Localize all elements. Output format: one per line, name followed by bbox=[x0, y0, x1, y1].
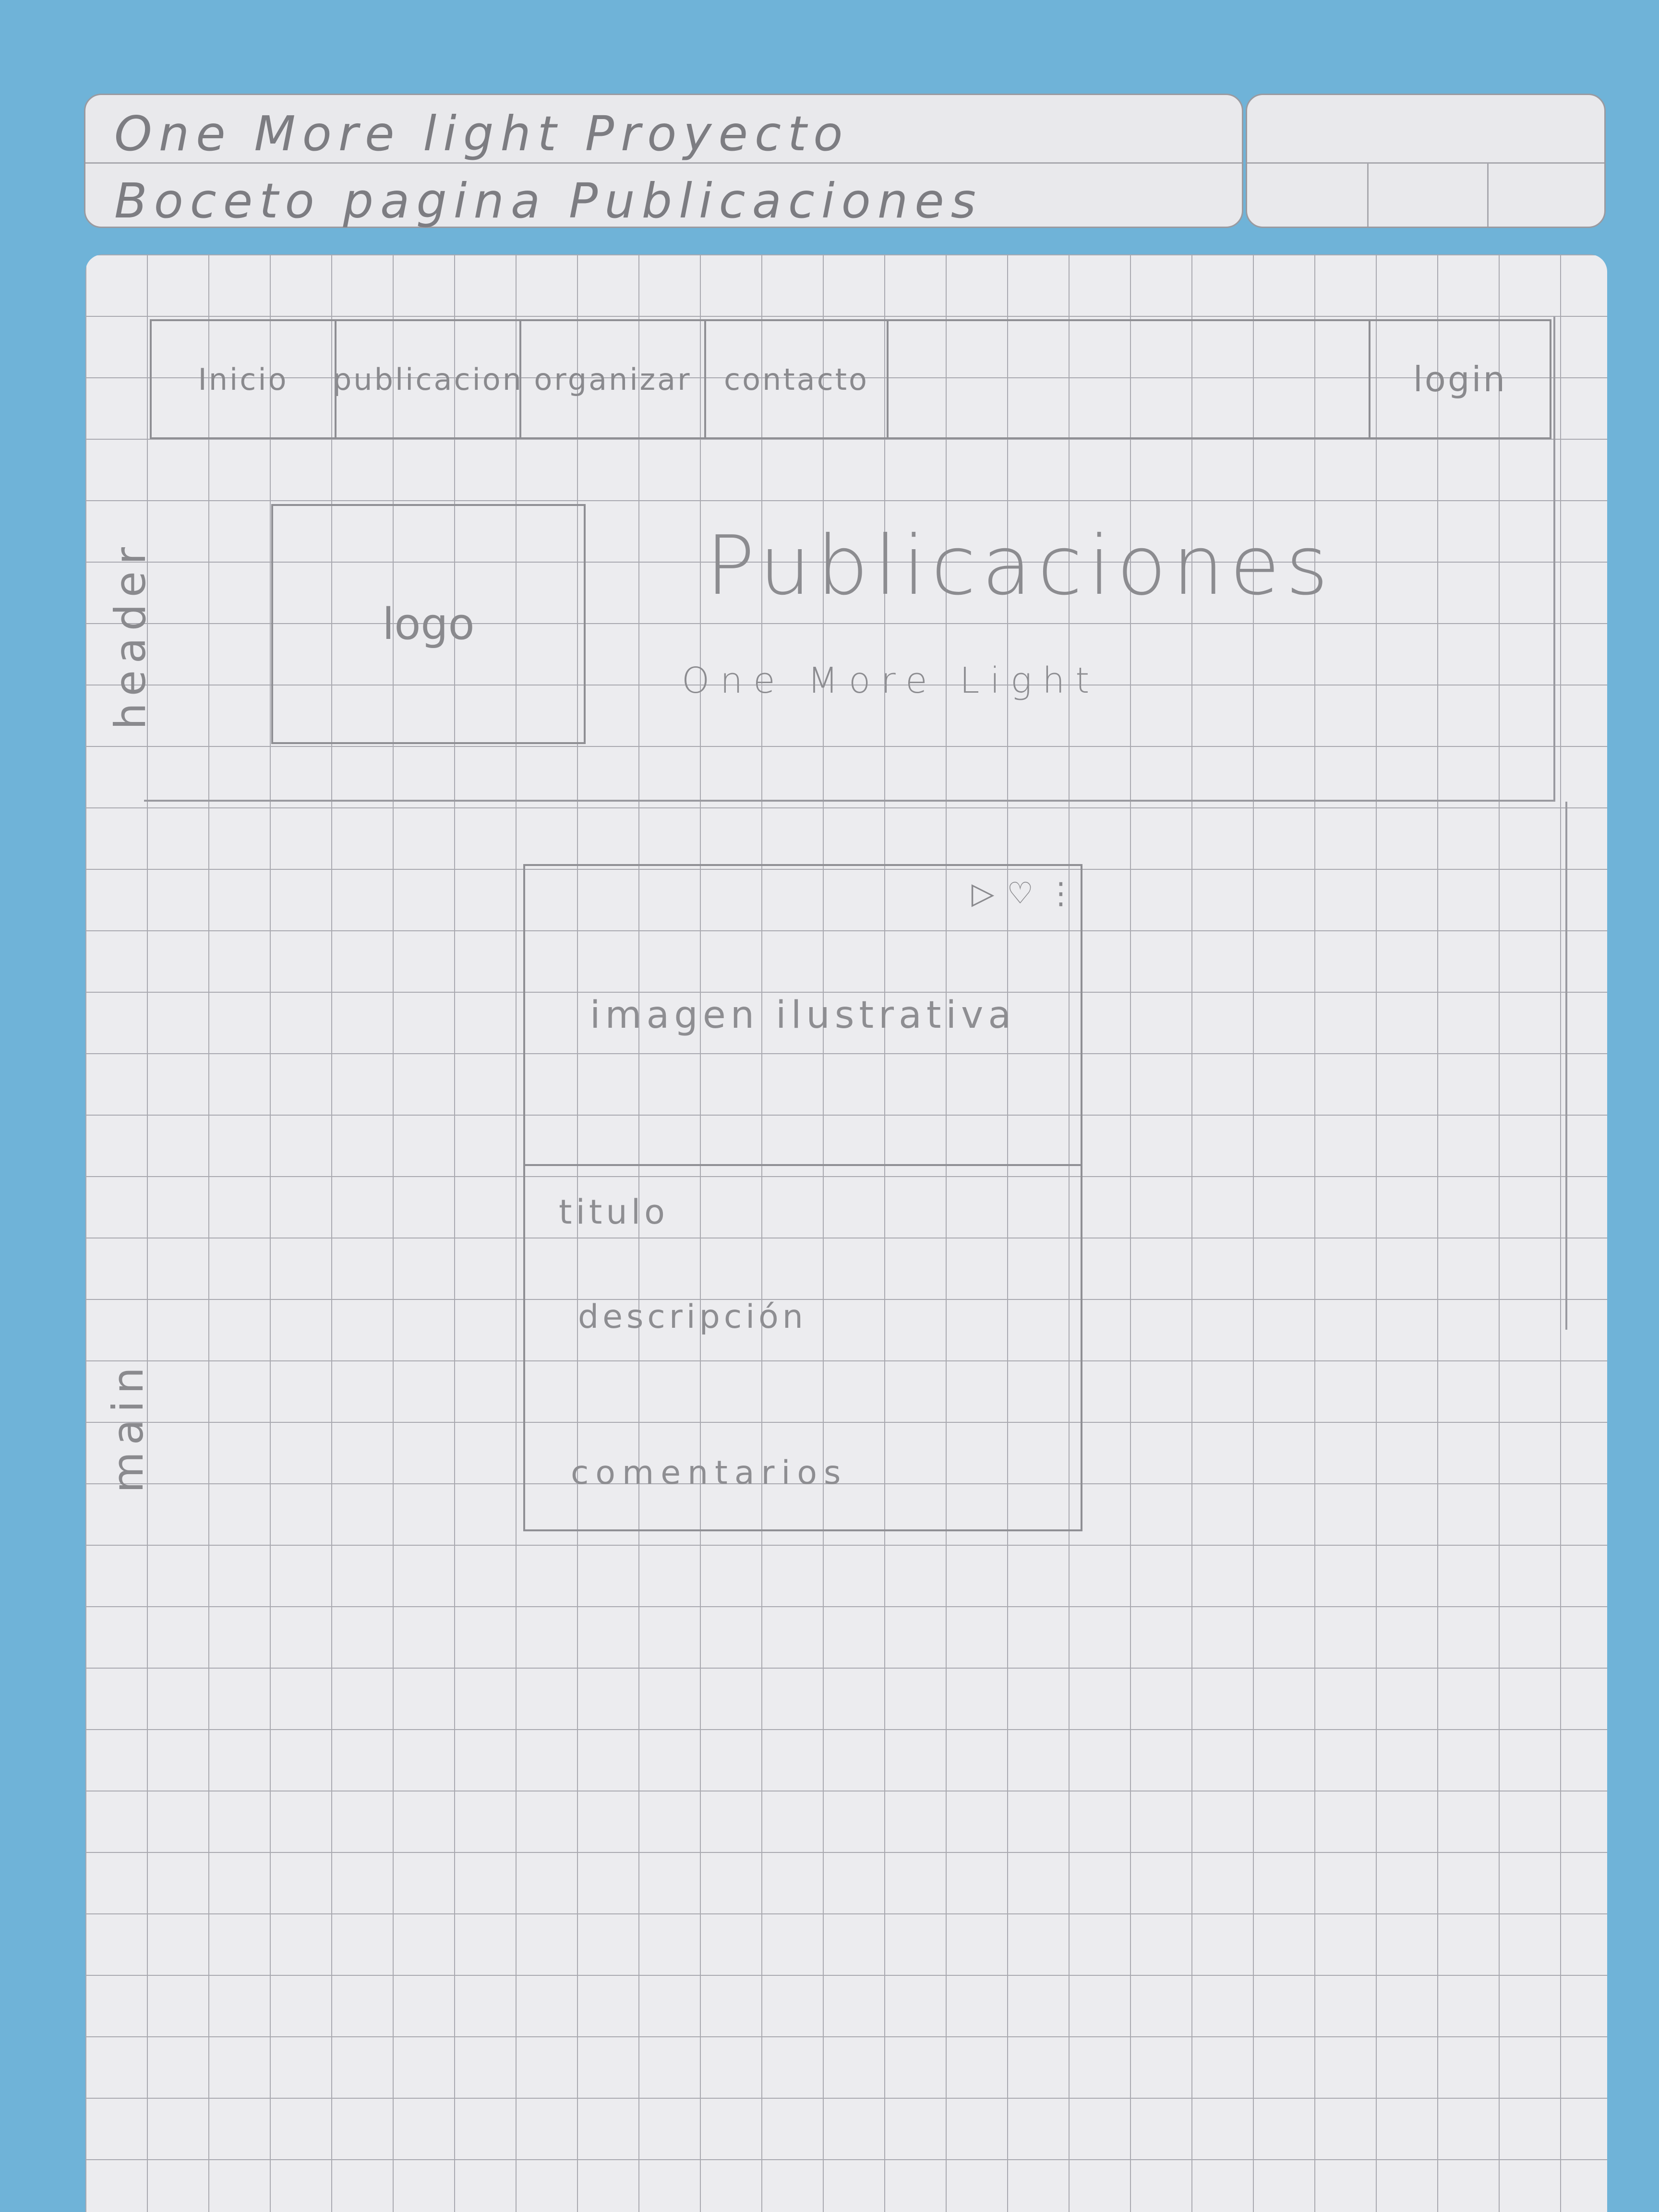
main-region-label: main bbox=[103, 1360, 153, 1493]
meta-card-divider bbox=[1487, 162, 1489, 227]
post-comments[interactable]: comentarios bbox=[571, 1454, 847, 1492]
title-card-rule bbox=[85, 162, 1242, 164]
nav-bar: Inicio publicacion organizar contacto lo… bbox=[150, 319, 1551, 439]
nav-item-publicacion[interactable]: publicacion bbox=[337, 321, 521, 437]
post-card[interactable]: imagen ilustrativa ▷ ♡ ⋮ titulo descripc… bbox=[523, 864, 1082, 1531]
post-description: descripción bbox=[578, 1298, 807, 1336]
post-actions: ▷ ♡ ⋮ bbox=[972, 876, 1076, 911]
header-region-label: header bbox=[106, 540, 155, 730]
meta-card-divider bbox=[1367, 162, 1369, 227]
nav-item-contacto[interactable]: contacto bbox=[706, 321, 889, 437]
nav-item-organizar[interactable]: organizar bbox=[521, 321, 706, 437]
page-title: Publicaciones bbox=[706, 518, 1334, 613]
post-title: titulo bbox=[559, 1192, 669, 1232]
login-button[interactable]: login bbox=[1369, 321, 1550, 437]
page-subtitle: One More Light bbox=[682, 660, 1100, 701]
heart-icon[interactable]: ♡ bbox=[1007, 876, 1034, 911]
meta-card-rule bbox=[1247, 162, 1604, 164]
logo-placeholder: logo bbox=[271, 504, 586, 744]
nav-item-inicio[interactable]: Inicio bbox=[152, 321, 337, 437]
meta-card bbox=[1246, 94, 1606, 228]
sheet-title: One More light Proyecto bbox=[114, 106, 850, 162]
more-options-icon[interactable]: ⋮ bbox=[1046, 876, 1076, 911]
post-image-placeholder[interactable]: imagen ilustrativa bbox=[525, 866, 1081, 1166]
share-icon[interactable]: ▷ bbox=[972, 876, 995, 911]
sheet-subtitle: Boceto pagina Publicaciones bbox=[114, 173, 983, 229]
title-card: One More light Proyecto Boceto pagina Pu… bbox=[84, 94, 1243, 229]
